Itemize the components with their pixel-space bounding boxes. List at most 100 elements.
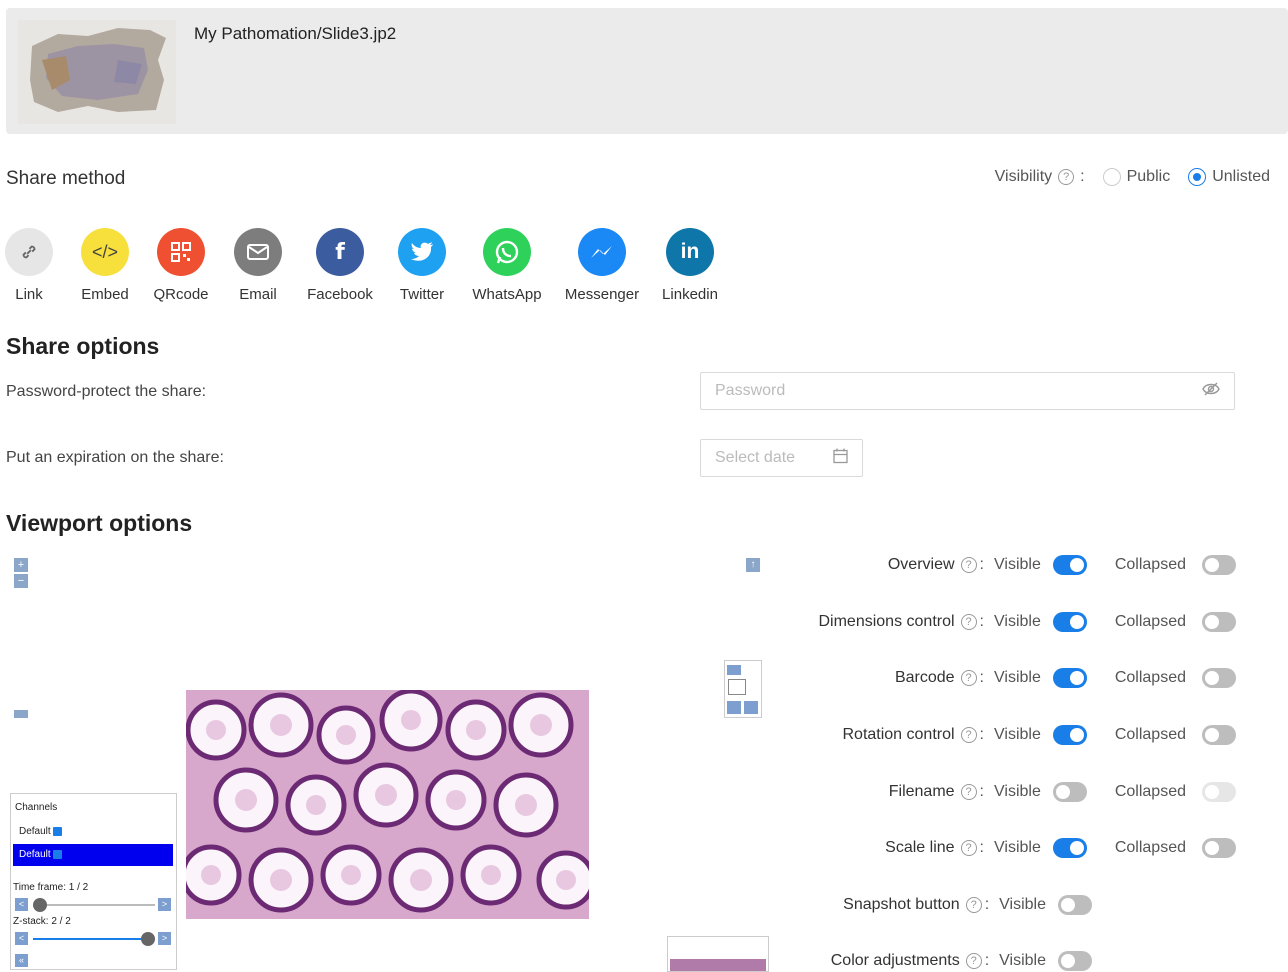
link-icon: [5, 228, 53, 276]
channel-row-label: Default: [19, 826, 51, 837]
option-row-dimensions-control: Dimensions control?: Visible Collapsed: [818, 610, 1236, 634]
help-icon[interactable]: ?: [965, 897, 982, 913]
twitter-icon: [398, 228, 446, 276]
visible-toggle[interactable]: [1052, 838, 1087, 858]
channel-row-selected-label: Default: [19, 849, 51, 860]
rotation-reset-icon[interactable]: ↑: [746, 558, 760, 572]
share-options-heading: Share options: [6, 333, 160, 359]
barcode-panel: [724, 660, 762, 718]
channel-row[interactable]: Default: [19, 826, 62, 837]
unlisted-radio[interactable]: [1188, 168, 1207, 186]
tissue-image[interactable]: [186, 690, 589, 919]
share-whatsapp[interactable]: WhatsApp: [462, 228, 552, 303]
collapsed-label: Collapsed: [1114, 556, 1186, 573]
share-linkedin[interactable]: in Linkedin: [645, 228, 735, 303]
time-frame-slider[interactable]: [33, 898, 155, 912]
option-name: Snapshot button: [843, 896, 960, 913]
option-name: Scale line: [885, 839, 955, 856]
share-facebook[interactable]: f Facebook: [295, 228, 385, 303]
help-icon[interactable]: ?: [960, 784, 977, 800]
share-method-list: Link </> Embed QRcode Email f Facebook T…: [0, 228, 740, 308]
visible-toggle[interactable]: [1052, 555, 1087, 575]
rotate-left-icon[interactable]: [727, 701, 741, 714]
messenger-icon: [578, 228, 626, 276]
option-name: Overview: [887, 556, 955, 573]
collapsed-toggle[interactable]: [1202, 555, 1236, 575]
channels-title: Channels: [15, 802, 58, 813]
overview-thumbnail[interactable]: [667, 936, 769, 972]
visible-toggle[interactable]: [1052, 725, 1087, 745]
share-email-label: Email: [239, 286, 277, 303]
option-row-barcode: Barcode?: Visible Collapsed: [895, 666, 1236, 690]
share-linkedin-label: Linkedin: [662, 286, 718, 303]
checkbox-icon[interactable]: [52, 826, 62, 836]
slider-knob[interactable]: [141, 932, 155, 946]
z-stack-label: Z-stack: 2 / 2: [13, 916, 71, 927]
code-icon: </>: [81, 228, 129, 276]
zoom-out-button[interactable]: −: [14, 574, 28, 588]
password-label: Password-protect the share:: [6, 383, 207, 400]
visible-toggle[interactable]: [1058, 951, 1092, 971]
z-next-button[interactable]: >: [158, 932, 171, 945]
help-icon[interactable]: ?: [1058, 169, 1075, 185]
share-messenger-label: Messenger: [564, 286, 640, 303]
linkedin-icon: in: [666, 228, 714, 276]
help-icon[interactable]: ?: [960, 840, 977, 856]
collapsed-toggle[interactable]: [1202, 668, 1236, 688]
whatsapp-icon: [483, 228, 531, 276]
collapse-channels-button[interactable]: «: [15, 954, 28, 967]
slide-filename: My Pathomation/Slide3.jp2: [194, 24, 397, 43]
qrcode-icon: [157, 228, 205, 276]
channel-row-selected[interactable]: Default: [13, 844, 173, 866]
time-frame-label: Time frame: 1 / 2: [13, 882, 89, 893]
time-prev-button[interactable]: <: [15, 898, 28, 911]
collapsed-toggle[interactable]: [1202, 612, 1236, 632]
viewport-options-heading: Viewport options: [6, 510, 193, 536]
slider-knob[interactable]: [33, 898, 47, 912]
collapsed-label: Collapsed: [1114, 839, 1186, 856]
viewport-preview: + − ↑ Channels Default Default Time fram…: [0, 550, 780, 972]
password-placeholder: Password: [715, 382, 786, 399]
visible-toggle[interactable]: [1052, 612, 1087, 632]
option-name: Color adjustments: [830, 952, 960, 969]
collapsed-toggle[interactable]: [1202, 782, 1236, 802]
calendar-icon: [833, 448, 848, 468]
collapsed-toggle[interactable]: [1202, 838, 1236, 858]
z-stack-slider[interactable]: [33, 932, 155, 946]
checkbox-icon[interactable]: [52, 849, 62, 859]
date-placeholder: Select date: [715, 449, 796, 466]
z-prev-button[interactable]: <: [15, 932, 28, 945]
help-icon[interactable]: ?: [960, 557, 977, 573]
visible-toggle[interactable]: [1058, 895, 1092, 915]
help-icon[interactable]: ?: [960, 670, 977, 686]
help-icon[interactable]: ?: [965, 953, 982, 969]
visible-toggle[interactable]: [1052, 782, 1087, 802]
help-icon[interactable]: ?: [960, 614, 977, 630]
date-picker[interactable]: Select date: [700, 439, 863, 477]
slide-header: My Pathomation/Slide3.jp2: [6, 8, 1288, 134]
channels-panel: Channels Default Default Time frame: 1 /…: [10, 793, 177, 970]
public-radio[interactable]: [1102, 168, 1121, 186]
visible-label: Visible: [999, 952, 1046, 969]
visible-toggle[interactable]: [1052, 668, 1087, 688]
expand-icon[interactable]: [727, 665, 741, 675]
password-input[interactable]: Password: [700, 372, 1235, 410]
share-whatsapp-label: WhatsApp: [472, 286, 542, 303]
facebook-icon: f: [316, 228, 364, 276]
visible-label: Visible: [994, 839, 1041, 856]
share-twitter[interactable]: Twitter: [377, 228, 467, 303]
visibility-control: Visibility ?: Public Unlisted: [994, 168, 1270, 186]
visible-label: Visible: [999, 896, 1046, 913]
collapse-button[interactable]: [14, 710, 28, 718]
option-row-scale-line: Scale line?: Visible Collapsed: [885, 836, 1236, 860]
share-messenger[interactable]: Messenger: [557, 228, 647, 303]
option-row-snapshot-button: Snapshot button?: Visible: [843, 893, 1092, 917]
share-email[interactable]: Email: [213, 228, 303, 303]
time-next-button[interactable]: >: [158, 898, 171, 911]
eye-hidden-icon[interactable]: [1202, 382, 1220, 400]
visible-label: Visible: [994, 556, 1041, 573]
collapsed-toggle[interactable]: [1202, 725, 1236, 745]
zoom-in-button[interactable]: +: [14, 558, 28, 572]
help-icon[interactable]: ?: [960, 727, 977, 743]
rotate-right-icon[interactable]: [744, 701, 758, 714]
